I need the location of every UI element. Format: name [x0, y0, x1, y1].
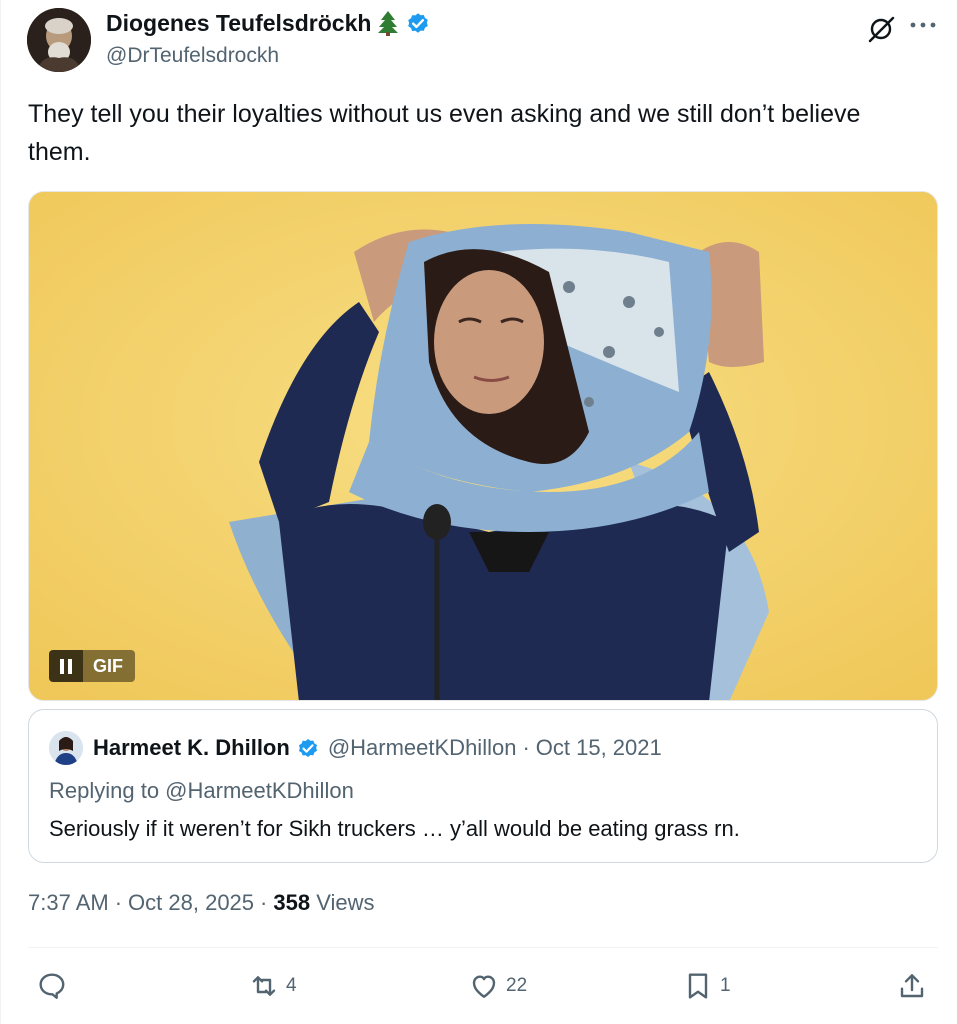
like-count: 22: [506, 975, 528, 996]
tweet-time[interactable]: 7:37 AM: [28, 890, 109, 916]
bookmark-button[interactable]: 1: [682, 968, 731, 1004]
author-name[interactable]: Diogenes Teufelsdröckh: [106, 10, 371, 37]
quoted-author-name: Harmeet K. Dhillon: [93, 735, 290, 760]
quoted-replying-to: Replying to @HarmeetKDhillon: [49, 778, 354, 803]
author-name-row: Diogenes Teufelsdröckh: [106, 8, 431, 38]
quoted-verified-badge-icon: [296, 736, 320, 760]
like-button[interactable]: 22: [468, 968, 527, 1004]
quoted-author-handle: @HarmeetKDhillon: [327, 735, 517, 760]
reply-icon: [39, 973, 65, 999]
grok-icon[interactable]: [866, 14, 896, 44]
retweet-count: 4: [286, 975, 297, 996]
evergreen-tree-icon: [377, 10, 399, 36]
gif-badge[interactable]: GIF: [49, 650, 135, 682]
meta-separator: ·: [114, 890, 123, 915]
tweet-text: They tell you their loyalties without us…: [28, 100, 861, 166]
more-options-icon[interactable]: [906, 13, 940, 37]
author-avatar[interactable]: [27, 8, 91, 72]
reply-button[interactable]: [36, 968, 68, 1004]
pause-icon[interactable]: [49, 650, 83, 682]
meta-separator: ·: [260, 890, 268, 915]
bookmark-icon: [688, 973, 708, 999]
share-icon: [900, 974, 924, 998]
views-count: 358: [273, 890, 311, 915]
bookmark-count: 1: [720, 975, 731, 996]
left-border: [0, 0, 1, 1024]
views-label: Views: [316, 890, 375, 915]
author-handle[interactable]: @DrTeufelsdrockh: [106, 44, 279, 68]
retweet-icon: [252, 976, 276, 996]
quoted-tweet-text: Seriously if it weren’t for Sikh trucker…: [49, 816, 740, 841]
divider: [28, 947, 938, 948]
heart-icon: [472, 975, 496, 998]
quoted-tweet-header: Harmeet K. Dhillon @HarmeetKDhillon · Oc…: [49, 731, 662, 765]
retweet-button[interactable]: 4: [248, 968, 297, 1004]
gif-label: GIF: [83, 650, 135, 682]
quoted-separator: ·: [522, 735, 530, 760]
verified-badge-icon[interactable]: [405, 10, 431, 36]
tweet-date[interactable]: Oct 28, 2025: [128, 890, 254, 916]
share-button[interactable]: [896, 968, 928, 1004]
gif-frame-illustration: [29, 192, 937, 700]
tweet-meta: 7:37 AM · Oct 28, 2025 · 358 Views: [28, 890, 375, 916]
quoted-author-avatar: [49, 731, 83, 765]
gif-media[interactable]: GIF: [28, 191, 938, 701]
quoted-tweet-card[interactable]: Harmeet K. Dhillon @HarmeetKDhillon · Oc…: [28, 709, 938, 863]
quoted-date: Oct 15, 2021: [535, 735, 662, 760]
